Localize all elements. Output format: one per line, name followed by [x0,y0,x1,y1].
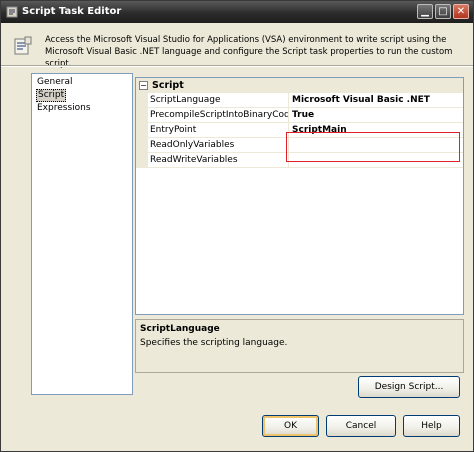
cancel-button[interactable]: Cancel [326,415,396,437]
ok-button[interactable]: OK [262,415,319,437]
category-label: Script [152,80,184,91]
script-task-icon [6,6,18,18]
description-title: ScriptLanguage [140,324,220,334]
help-button[interactable]: Help [403,415,460,437]
property-row-scriptlanguage[interactable]: ScriptLanguage Microsoft Visual Basic .N… [148,93,463,108]
maximize-icon: □ [438,6,448,17]
page-list: General Script Expressions [31,73,133,395]
close-button[interactable]: ✕ [453,4,469,19]
property-grid: − Script ScriptLanguage Microsoft Visual… [135,77,464,315]
property-name: ReadOnlyVariables [148,138,289,152]
category-script[interactable]: − Script [136,78,463,93]
minimize-icon: ▁ [421,6,429,17]
close-icon: ✕ [456,6,466,17]
grid-gutter [136,93,148,168]
property-name: PrecompileScriptIntoBinaryCode [150,108,289,122]
minus-icon[interactable]: − [139,81,148,90]
property-row-precompile[interactable]: PrecompileScriptIntoBinaryCode True [148,108,463,123]
description-text: Specifies the scripting language. [140,338,288,348]
property-name: EntryPoint [148,123,289,137]
description-panel: ScriptLanguage Specifies the scripting l… [135,319,464,373]
property-value[interactable]: Microsoft Visual Basic .NET [292,93,462,107]
header-separator [1,65,473,67]
property-value[interactable]: True [292,108,462,122]
design-script-button[interactable]: Design Script... [358,376,460,398]
nav-item-general[interactable]: General [36,76,73,89]
property-name: ScriptLanguage [148,93,289,107]
title-bar[interactable]: Script Task Editor ▁ □ ✕ [1,1,473,23]
nav-item-script[interactable]: Script [36,89,67,102]
window-title: Script Task Editor [22,6,122,17]
script-icon [13,36,33,56]
script-task-editor-window: Script Task Editor ▁ □ ✕ Access the Micr… [0,0,474,452]
maximize-button[interactable]: □ [435,4,451,19]
property-name: ReadWriteVariables [148,153,289,167]
variables-highlight-box [286,132,460,162]
minimize-button[interactable]: ▁ [417,4,433,19]
nav-item-expressions[interactable]: Expressions [36,102,92,115]
